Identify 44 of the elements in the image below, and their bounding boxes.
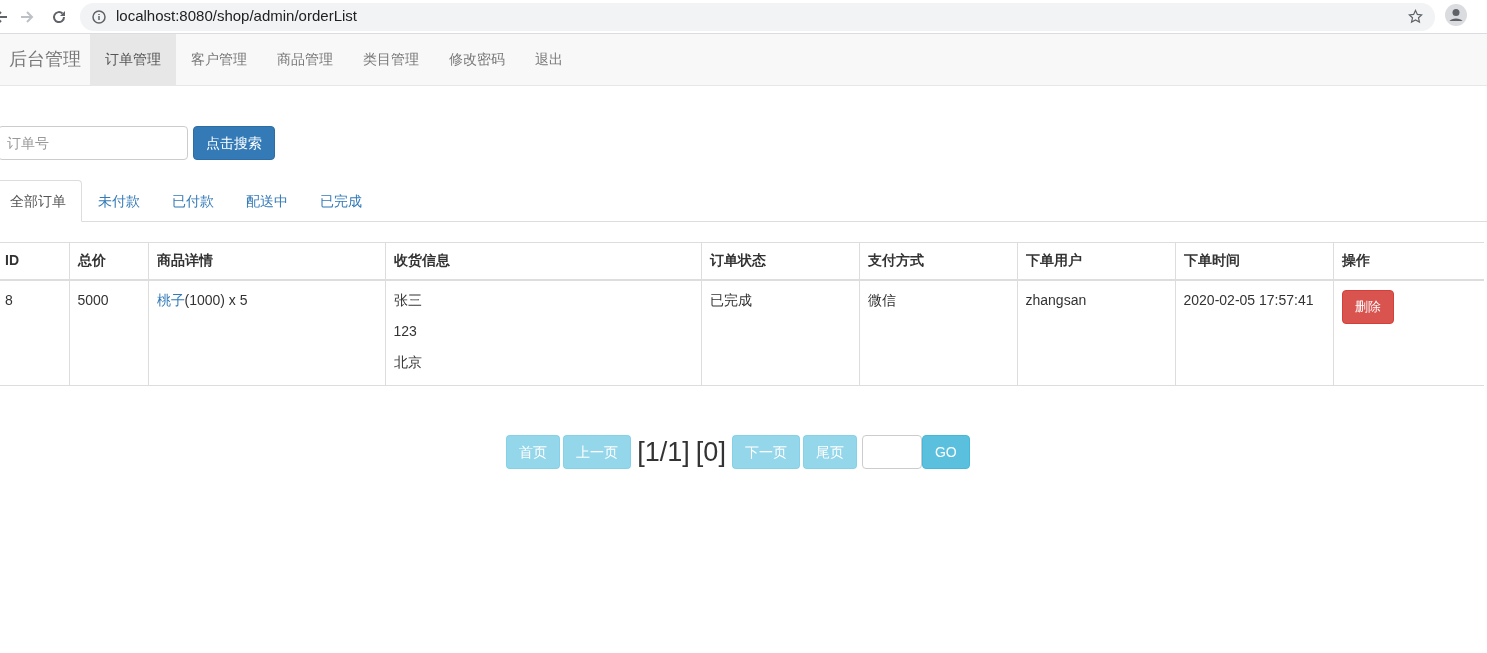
table-cell: 8 [0, 279, 69, 386]
table-cell: zhangsan [1017, 279, 1175, 386]
table-cell: 2020-02-05 17:57:41 [1175, 279, 1333, 386]
table-cell: 5000 [69, 279, 148, 386]
table-cell: 微信 [859, 279, 1017, 386]
url-text: localhost:8080/shop/admin/orderList [116, 6, 358, 27]
product-quantity: (1000) x 5 [184, 291, 248, 308]
delete-button[interactable]: 删除 [1341, 289, 1394, 324]
nav-link[interactable]: 修改密码 [434, 34, 520, 85]
nav-link[interactable]: 订单管理 [90, 34, 176, 85]
search-button[interactable]: 点击搜索 [193, 126, 275, 160]
info-icon [92, 9, 106, 24]
table-cell: 已完成 [701, 279, 859, 386]
column-header: 下单用户 [1017, 242, 1175, 280]
nav-link[interactable]: 商品管理 [262, 34, 348, 85]
column-header: 商品详情 [148, 242, 385, 280]
column-header: ID [0, 242, 69, 280]
page-number-field[interactable] [861, 435, 922, 470]
receiver-line: 北京 [393, 352, 423, 372]
column-header: 订单状态 [701, 242, 859, 280]
receiver-line: 123 [393, 321, 418, 341]
nav-link[interactable]: 类目管理 [348, 34, 434, 85]
column-header: 收货信息 [385, 242, 701, 280]
receiver-line: 张三 [393, 290, 423, 310]
star-icon[interactable] [1408, 9, 1423, 24]
column-header: 支付方式 [859, 242, 1017, 280]
reload-icon[interactable] [52, 9, 66, 24]
page-indicator: [1/1] [637, 436, 690, 469]
column-header: 操作 [1333, 242, 1484, 280]
brand-title[interactable]: 后台管理 [0, 34, 90, 85]
address-bar[interactable]: localhost:8080/shop/admin/orderList [80, 2, 1435, 31]
product-link[interactable]: 桃子 [156, 291, 185, 308]
column-header: 总价 [69, 242, 148, 280]
filter-tab[interactable]: 已付款 [156, 180, 230, 222]
filter-tab[interactable]: 未付款 [82, 180, 156, 222]
nav-link[interactable]: 客户管理 [176, 34, 262, 85]
record-count: [0] [695, 436, 726, 469]
nav-link[interactable]: 退出 [520, 34, 578, 85]
filter-tab[interactable]: 全部订单 [0, 180, 82, 222]
order-number-field[interactable]: 订单号 [0, 126, 188, 160]
column-header: 下单时间 [1175, 242, 1333, 280]
filter-tab[interactable]: 配送中 [230, 180, 304, 222]
profile-avatar-icon[interactable] [1445, 4, 1467, 26]
filter-tab[interactable]: 已完成 [304, 180, 378, 222]
